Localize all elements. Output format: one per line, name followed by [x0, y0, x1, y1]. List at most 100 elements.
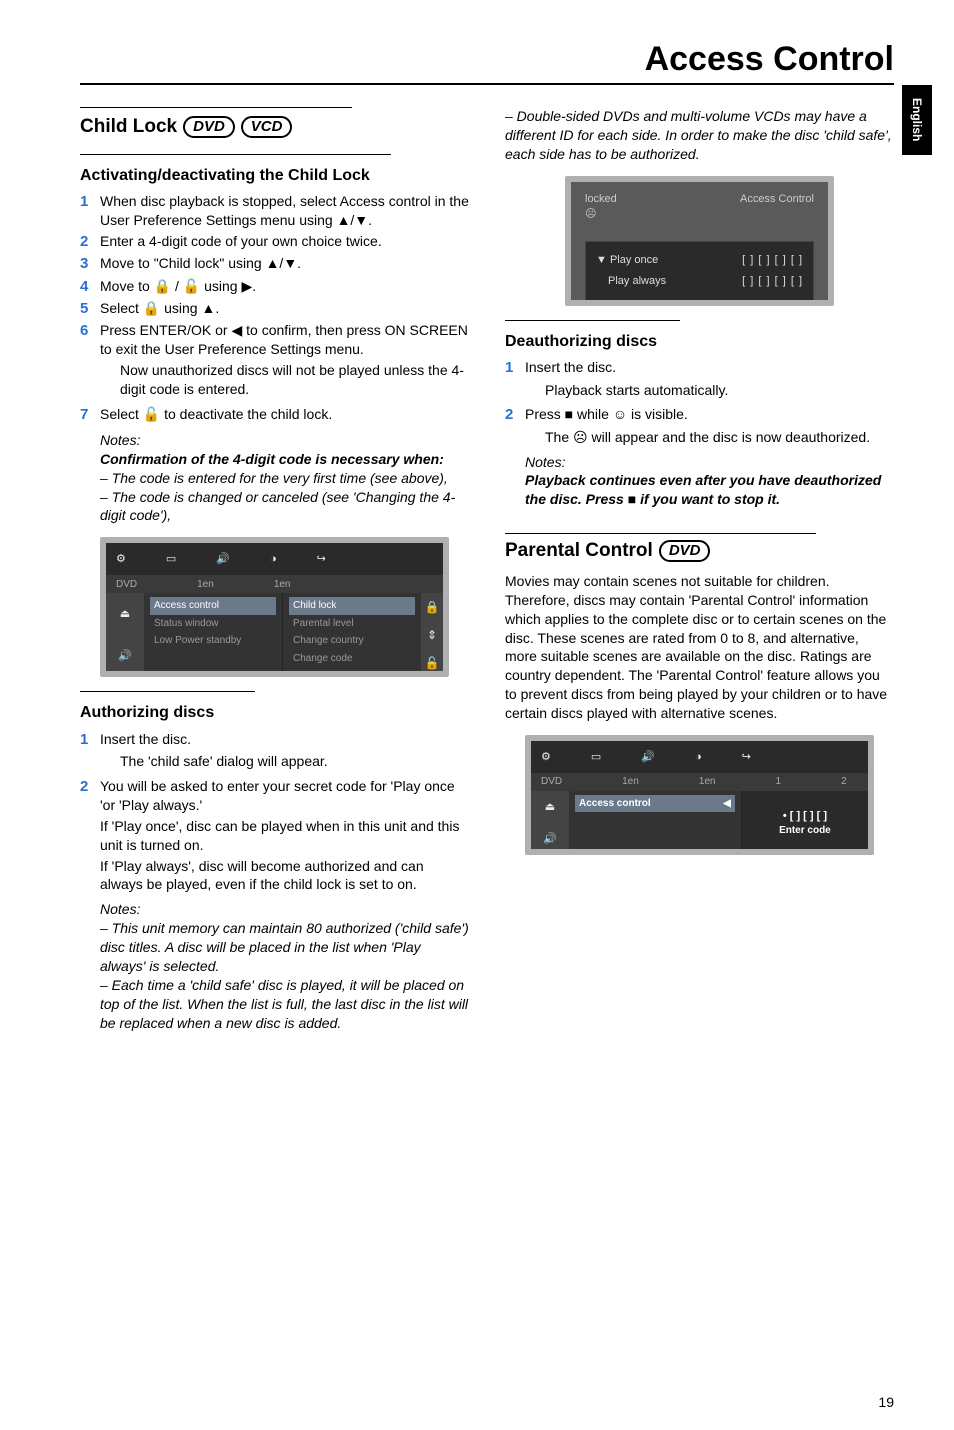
- menu-item: Access control◀: [575, 795, 735, 813]
- steps-deauth: 1Insert the disc.: [505, 358, 894, 378]
- heading-authorizing: Authorizing discs: [80, 702, 469, 724]
- tab-icon: 🔊: [641, 750, 655, 765]
- tab-icon: ⚙: [116, 552, 126, 567]
- tab-icon: ↪: [317, 552, 326, 567]
- play-once-label: Play once: [610, 254, 658, 266]
- step-num: 1: [505, 358, 525, 378]
- step-text: You will be asked to enter your secret c…: [100, 777, 469, 815]
- play-always-label: Play always: [608, 274, 666, 289]
- step-text: Move to 🔒 / 🔓 using ▶.: [100, 277, 256, 297]
- note-text: – This unit memory can maintain 80 autho…: [100, 919, 469, 976]
- step-text: Select 🔓 to deactivate the child lock.: [100, 405, 332, 425]
- heading-deauthorizing: Deauthorizing discs: [505, 331, 894, 353]
- locked-label: locked☹: [585, 192, 617, 222]
- step-num: 6: [80, 321, 100, 359]
- menu-right: Child lock Parental level Change country…: [282, 593, 421, 677]
- step-sub: Now unauthorized discs will not be playe…: [120, 361, 469, 399]
- note-text: Playback continues even after you have d…: [525, 471, 894, 509]
- tab-icon: ▭: [166, 552, 176, 567]
- steps-authorizing-2: 2You will be asked to enter your secret …: [80, 777, 469, 815]
- code-field: [ ] [ ] [ ] [ ]: [742, 274, 803, 289]
- rule: [80, 154, 391, 155]
- menu-mid: Access control Status window Low Power s…: [144, 593, 282, 677]
- lang-label: 1en: [197, 578, 214, 592]
- steps-authorizing: 1Insert the disc.: [80, 730, 469, 750]
- menu-item: Parental level: [289, 615, 415, 633]
- language-tab: English: [902, 85, 932, 155]
- notes-heading: Notes:: [100, 900, 469, 919]
- page-number: 19: [878, 1394, 894, 1410]
- step-num: 5: [80, 299, 100, 319]
- tab-icon: ⚙: [541, 750, 551, 765]
- column-left: Child Lock DVD VCD Activating/deactivati…: [80, 107, 469, 1033]
- step-num: 2: [505, 405, 525, 425]
- heading-parental-control: Parental Control DVD: [505, 538, 894, 564]
- step-num: 7: [80, 405, 100, 425]
- menu-mid: Access control◀: [569, 791, 741, 855]
- lang-label: 1en: [274, 578, 291, 592]
- side-icons: ⏏🔊: [106, 593, 144, 677]
- tab-icon: ↪: [742, 750, 751, 765]
- step-num: 2: [80, 232, 100, 252]
- para: If 'Play once', disc can be played when …: [100, 817, 469, 855]
- tab-icon: ▭: [591, 750, 601, 765]
- enter-code-label: Enter code: [779, 824, 831, 838]
- ui-screenshot-menu: ⚙ ▭ 🔊 ◑ ↪ DVD 1en 1en ⏏🔊 Access control …: [100, 537, 449, 677]
- top-note: – Double-sided DVDs and multi-volume VCD…: [505, 107, 894, 164]
- lang-label: 1en: [622, 775, 639, 789]
- code-field: [ ] [ ] [ ] [ ]: [742, 253, 803, 268]
- badge-dvd: DVD: [183, 116, 235, 138]
- code-panel: • [ ] [ ] [ ] Enter code: [741, 791, 868, 855]
- steps-deauth-2: 2Press ■ while ☺ is visible.: [505, 405, 894, 425]
- ui-screenshot-locked: locked☹ Access Control ▼ Play once[ ] [ …: [565, 176, 834, 306]
- note-text: – The code is changed or canceled (see '…: [100, 488, 469, 526]
- code-dots: • [ ] [ ] [ ]: [783, 809, 827, 824]
- menu-item: Access control: [150, 597, 276, 615]
- tab-icon: 🔊: [216, 552, 230, 567]
- menu-item: Change code: [289, 650, 415, 668]
- rule: [505, 533, 816, 534]
- menu-item: Change country: [289, 632, 415, 650]
- menu-item: Low Power standby: [150, 632, 276, 650]
- rule: [80, 107, 352, 108]
- heading-child-lock: Child Lock DVD VCD: [80, 114, 469, 140]
- step-text: When disc playback is stopped, select Ac…: [100, 192, 469, 230]
- side-icons: ⏏🔊: [531, 791, 569, 855]
- num-label: 1: [776, 775, 782, 789]
- step-text: Select 🔒 using ▲.: [100, 299, 219, 319]
- menu-item: Status window: [150, 615, 276, 633]
- parental-control-para: Movies may contain scenes not suitable f…: [505, 572, 894, 723]
- step-num: 2: [80, 777, 100, 815]
- step-text: Press ■ while ☺ is visible.: [525, 405, 688, 425]
- note-text: – Each time a 'child safe' disc is playe…: [100, 976, 469, 1033]
- step-text: Insert the disc.: [100, 730, 191, 750]
- tab-icon: ◑: [695, 750, 702, 765]
- page-title: Access Control: [80, 40, 894, 85]
- step-text: Enter a 4-digit code of your own choice …: [100, 232, 382, 252]
- step-num: 3: [80, 254, 100, 274]
- note-text: Confirmation of the 4-digit code is nece…: [100, 450, 469, 469]
- step-text: Press ENTER/OK or ◀ to confirm, then pre…: [100, 321, 469, 359]
- column-right: – Double-sided DVDs and multi-volume VCD…: [505, 107, 894, 1033]
- access-control-label: Access Control: [740, 192, 814, 222]
- heading-text: Child Lock: [80, 114, 177, 140]
- num-label: 2: [841, 775, 847, 789]
- rule: [80, 691, 255, 692]
- lock-icons: 🔒⇕🔓: [421, 593, 443, 677]
- step-sub: The ☹ will appear and the disc is now de…: [545, 428, 894, 447]
- steps-activating: 1When disc playback is stopped, select A…: [80, 192, 469, 359]
- notes-heading: Notes:: [100, 431, 469, 450]
- badge-vcd: VCD: [241, 116, 293, 138]
- lang-label: 1en: [699, 775, 716, 789]
- dvd-label: DVD: [541, 775, 562, 789]
- ui-screenshot-parental: ⚙ ▭ 🔊 ◑ ↪ DVD 1en 1en 1 2 ⏏🔊 Access cont…: [525, 735, 874, 855]
- para: If 'Play always', disc will become autho…: [100, 857, 469, 895]
- step-num: 1: [80, 192, 100, 230]
- tab-icon: ◑: [270, 552, 277, 567]
- play-options: ▼ Play once[ ] [ ] [ ] [ ] Play always[ …: [585, 241, 814, 301]
- step-num: 4: [80, 277, 100, 297]
- heading-text: Parental Control: [505, 538, 653, 564]
- dvd-label: DVD: [116, 578, 137, 592]
- step-num: 1: [80, 730, 100, 750]
- notes-heading: Notes:: [525, 453, 894, 472]
